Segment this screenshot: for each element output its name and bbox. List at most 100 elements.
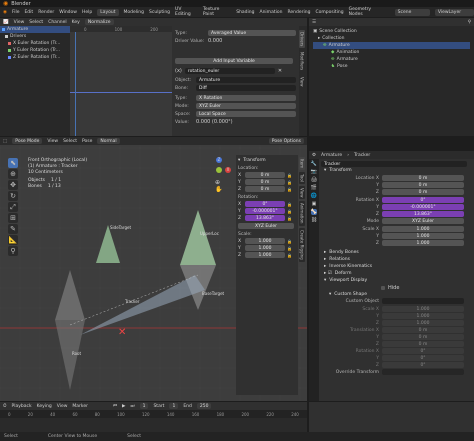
- select-tool-icon[interactable]: ⬉: [8, 158, 18, 168]
- outliner-pose[interactable]: Pose: [337, 63, 347, 70]
- n-location-field[interactable]: 0 m: [245, 172, 285, 178]
- outliner-armature[interactable]: Armature: [329, 42, 350, 49]
- tab-tool[interactable]: Tool: [299, 172, 305, 184]
- output-props-icon[interactable]: 🖨: [311, 177, 317, 183]
- pose-options-dropdown[interactable]: Pose Options: [268, 138, 304, 144]
- props-transform-header[interactable]: ▾ Transform: [321, 167, 471, 174]
- tab-view[interactable]: View: [299, 74, 305, 89]
- tab-rendering[interactable]: Rendering: [287, 10, 310, 15]
- add-input-variable-button[interactable]: Add Input Variable: [175, 58, 293, 64]
- current-frame-field[interactable]: 1: [139, 403, 149, 409]
- breadcrumb-armature[interactable]: Armature: [321, 153, 342, 158]
- custom-shape-field[interactable]: 0 m: [382, 334, 464, 340]
- orientation-dropdown[interactable]: Normal: [97, 138, 120, 144]
- props-section-header[interactable]: ▸ Inverse Kinematics: [321, 263, 471, 270]
- props-section-header[interactable]: ▾ Viewport Display: [321, 277, 471, 284]
- channel-row[interactable]: Drivers: [0, 33, 70, 40]
- world-props-icon[interactable]: 🌐: [311, 193, 317, 199]
- cursor-tool-icon[interactable]: ⊕: [8, 169, 18, 179]
- timeline-menu-view[interactable]: View: [57, 404, 68, 409]
- normalize-toggle[interactable]: Normalize: [84, 19, 114, 25]
- tab-modifiers[interactable]: Modifiers: [299, 50, 305, 73]
- tab-animation-3d[interactable]: Animation: [299, 201, 305, 226]
- tab-shading[interactable]: Shading: [236, 10, 254, 15]
- override-transform-field[interactable]: [382, 369, 464, 375]
- outliner-armature-data[interactable]: Armature: [337, 56, 358, 63]
- custom-shape-field[interactable]: 0°: [382, 355, 464, 361]
- graph-menu-select[interactable]: Select: [29, 20, 43, 25]
- tab-view-3d[interactable]: View: [299, 185, 305, 200]
- props-location-field[interactable]: 0 m: [382, 175, 464, 181]
- props-scale-field[interactable]: 1.000: [382, 233, 464, 239]
- viewport-menu-pose[interactable]: Pose: [82, 139, 92, 144]
- props-rotation-field[interactable]: 13.863°: [382, 211, 464, 217]
- n-rotation-field[interactable]: 13.863°: [245, 215, 285, 221]
- menu-edit[interactable]: Edit: [24, 10, 33, 15]
- rotate-tool-icon[interactable]: ↻: [8, 191, 18, 201]
- custom-shape-field[interactable]: 0 m: [382, 341, 464, 347]
- properties-type-icon[interactable]: ⚙: [312, 153, 316, 158]
- tab-texture-paint[interactable]: Texture Paint: [203, 7, 231, 17]
- editor-type-icon[interactable]: 📈: [3, 20, 9, 25]
- lock-icon[interactable]: 🔒: [287, 173, 292, 178]
- mode-dropdown[interactable]: XYZ Euler: [196, 103, 296, 109]
- jump-start-icon[interactable]: ⏮: [113, 403, 117, 409]
- render-props-icon[interactable]: 📷: [311, 169, 317, 175]
- space-dropdown[interactable]: Local Space: [196, 111, 296, 117]
- lock-icon[interactable]: 🔒: [287, 180, 292, 185]
- var-type-dropdown[interactable]: X Rotation: [196, 95, 296, 101]
- tab-uv-editing[interactable]: UV Editing: [175, 7, 198, 17]
- tab-create-rigging[interactable]: Create Rigging: [299, 227, 305, 262]
- custom-object-field[interactable]: [382, 298, 464, 304]
- breadcrumb-tracker[interactable]: Tracker: [354, 153, 370, 158]
- props-mode-dropdown[interactable]: XYZ Euler: [382, 218, 464, 224]
- timeline-type-icon[interactable]: ⏱: [3, 403, 7, 409]
- tool-props-icon[interactable]: 🔧: [311, 161, 317, 167]
- constraint-props-icon[interactable]: ⛓: [311, 217, 317, 223]
- pose-tool-icon[interactable]: ⚲: [8, 246, 18, 256]
- n-scale-field[interactable]: 1.000: [245, 252, 285, 258]
- variable-name-field[interactable]: rotation_euler: [184, 68, 275, 74]
- object-props-icon[interactable]: ▣: [312, 201, 317, 207]
- viewport-type-icon[interactable]: ⬚: [3, 139, 7, 144]
- transform-tool-icon[interactable]: ⊞: [8, 213, 18, 223]
- props-section-header[interactable]: ▸ Relations: [321, 256, 471, 263]
- move-tool-icon[interactable]: ✥: [8, 180, 18, 190]
- props-location-field[interactable]: 0 m: [382, 182, 464, 188]
- timeline-ruler[interactable]: 0 20 40 60 80 100 120 140 160 180 200 220 240: [0, 410, 307, 418]
- props-section-header[interactable]: ▸ ☑ Deform: [321, 270, 471, 277]
- n-scale-field[interactable]: 1.000: [245, 238, 285, 244]
- lock-icon[interactable]: 🔒: [287, 239, 292, 244]
- lock-icon[interactable]: 🔒: [287, 202, 292, 207]
- remove-variable-icon[interactable]: ✕: [278, 68, 282, 74]
- props-scale-field[interactable]: 1.000: [382, 240, 464, 246]
- lock-icon[interactable]: 🔒: [287, 246, 292, 251]
- channel-row[interactable]: Y Euler Rotation (Tr...: [0, 47, 70, 54]
- curve-area[interactable]: 0 100 200: [70, 26, 172, 136]
- n-location-field[interactable]: 0 m: [245, 179, 285, 185]
- custom-shape-header[interactable]: ▾ Custom Shape: [321, 291, 471, 298]
- outliner-type-icon[interactable]: ☰: [312, 20, 316, 25]
- n-scale-field[interactable]: 1.000: [245, 245, 285, 251]
- menu-render[interactable]: Render: [38, 10, 54, 15]
- jump-end-icon[interactable]: ⏭: [131, 403, 135, 409]
- lock-icon[interactable]: 🔒: [287, 187, 292, 192]
- channel-row[interactable]: X Euler Rotation (Tr...: [0, 40, 70, 47]
- lock-icon[interactable]: 🔒: [287, 216, 292, 221]
- custom-shape-field[interactable]: 0 m: [382, 327, 464, 333]
- outliner-scene-collection[interactable]: Scene Collection: [319, 28, 356, 35]
- measure-tool-icon[interactable]: 📐: [8, 235, 18, 245]
- timeline-menu-keying[interactable]: Keying: [37, 404, 52, 409]
- zoom-icon[interactable]: ⊕: [215, 179, 220, 186]
- viewport-menu-select[interactable]: Select: [63, 139, 77, 144]
- props-rotation-field[interactable]: -0.000001°: [382, 204, 464, 210]
- scene-props-icon[interactable]: 🎬: [311, 185, 317, 191]
- scene-selector[interactable]: Scene: [394, 8, 430, 16]
- bone-props-icon[interactable]: 🦴: [310, 209, 318, 215]
- props-section-header[interactable]: ▸ Bendy Bones: [321, 249, 471, 256]
- custom-shape-field[interactable]: 1.000: [382, 320, 464, 326]
- custom-shape-field[interactable]: 0°: [382, 348, 464, 354]
- menu-window[interactable]: Window: [59, 10, 77, 15]
- gizmo-z-axis[interactable]: Z: [216, 157, 222, 163]
- tab-compositing[interactable]: Compositing: [315, 10, 343, 15]
